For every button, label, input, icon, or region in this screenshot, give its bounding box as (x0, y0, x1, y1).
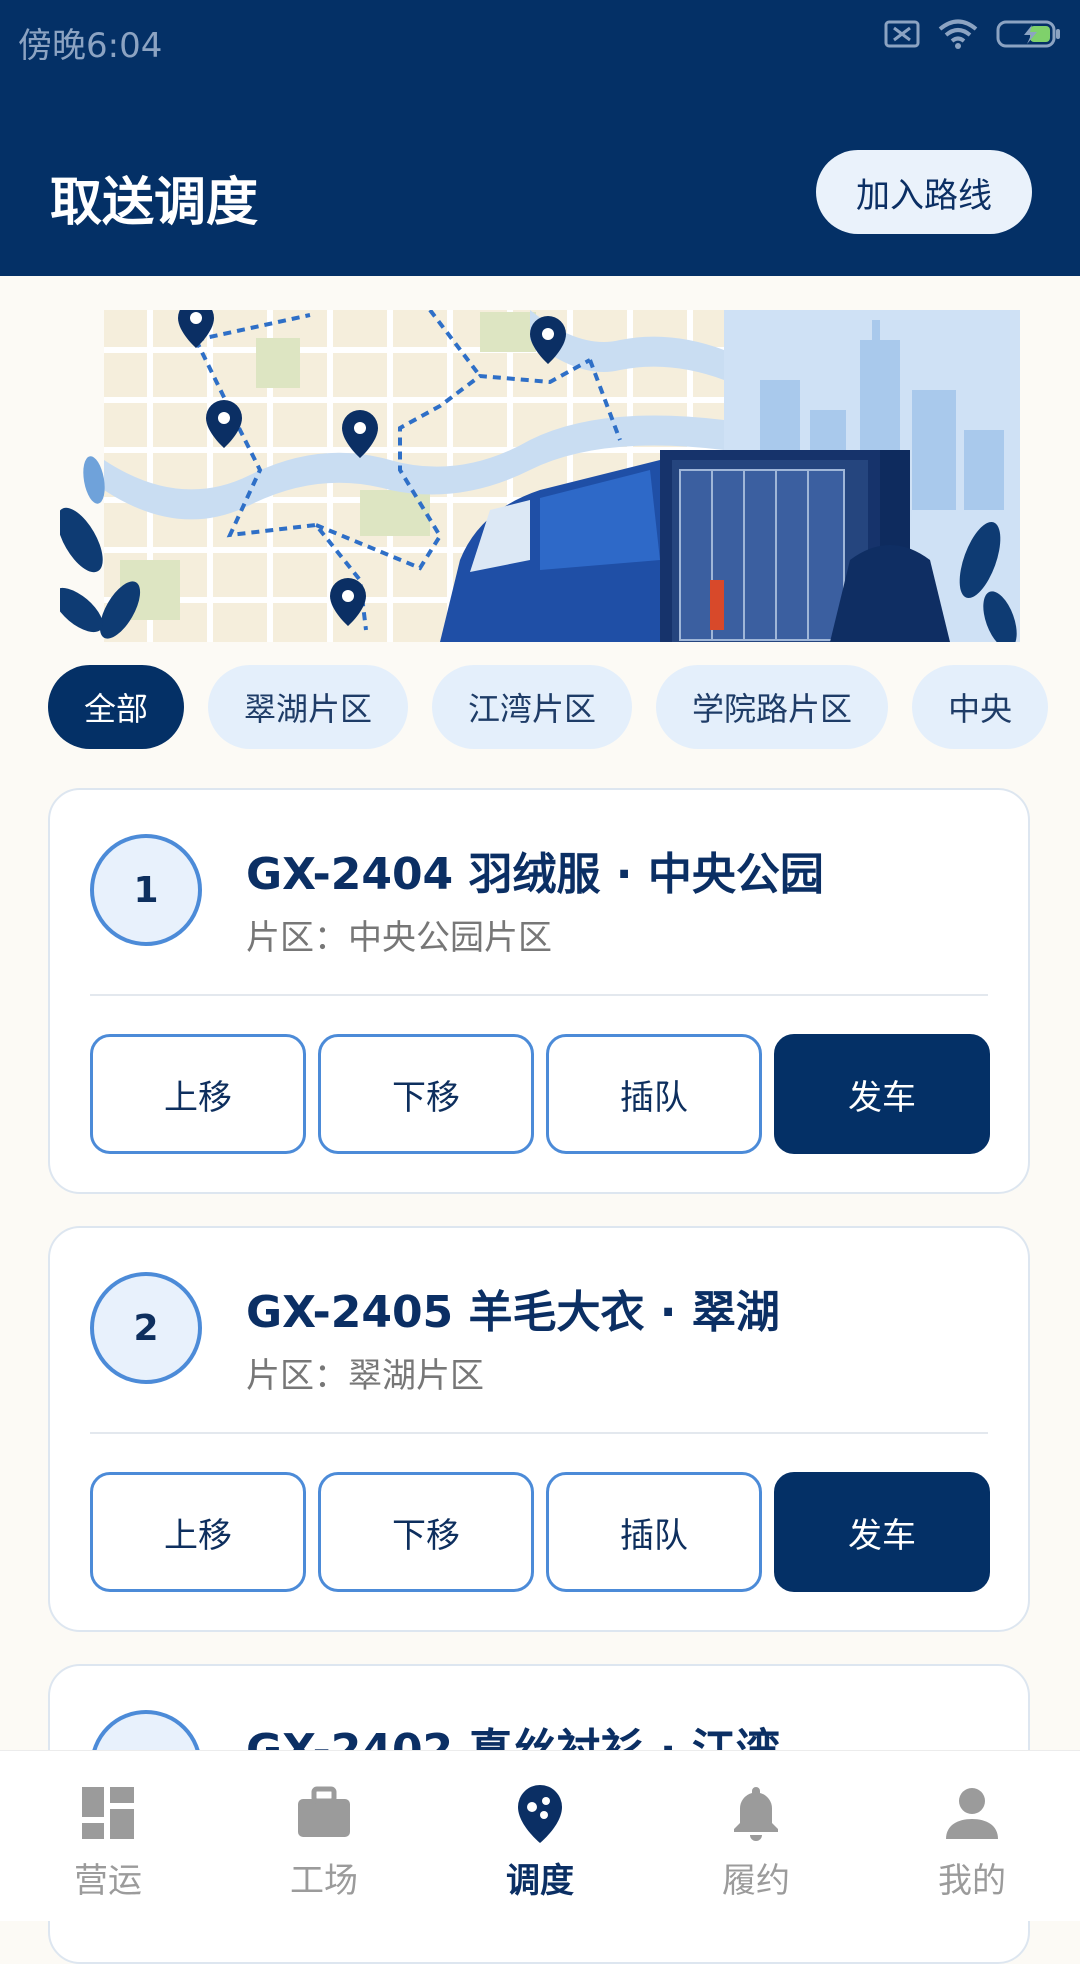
dispatch-card: 2 GX-2405 羊毛大衣 · 翠湖 片区：翠湖片区 上移 下移 插队 发车 (48, 1226, 1030, 1632)
move-down-button[interactable]: 下移 (318, 1034, 534, 1154)
nav-label: 工场 (290, 1861, 358, 1901)
nav-label: 履约 (722, 1861, 790, 1901)
nav-profile[interactable]: 我的 (864, 1751, 1080, 1921)
bottom-nav: 营运 工场 调度 履约 我的 (0, 1750, 1080, 1921)
insert-button[interactable]: 插队 (546, 1472, 762, 1592)
card-actions: 上移 下移 插队 发车 (90, 1034, 990, 1154)
nav-operations[interactable]: 营运 (0, 1751, 216, 1921)
nav-fulfillment[interactable]: 履约 (648, 1751, 864, 1921)
banner-illustration (60, 310, 1020, 642)
move-up-button[interactable]: 上移 (90, 1472, 306, 1592)
chip-central[interactable]: 中央 (912, 665, 1049, 749)
zone-filter-chips: 全部 翠湖片区 江湾片区 学院路片区 中央 (48, 665, 1049, 749)
page-title: 取送调度 (50, 173, 259, 233)
dispatch-button[interactable]: 发车 (774, 1472, 990, 1592)
nav-workshop[interactable]: 工场 (216, 1751, 432, 1921)
order-number: 2 (90, 1272, 202, 1384)
status-icons (884, 18, 1062, 50)
dispatch-card: 1 GX-2404 羽绒服 · 中央公园 片区：中央公园片区 上移 下移 插队 … (48, 788, 1030, 1194)
dashboard-icon (82, 1787, 134, 1839)
divider (90, 994, 988, 996)
chip-jiangwan[interactable]: 江湾片区 (432, 665, 633, 749)
nav-dispatch[interactable]: 调度 (432, 1751, 648, 1921)
divider (90, 1432, 988, 1434)
card-title: GX-2405 羊毛大衣 · 翠湖 (246, 1287, 780, 1338)
dispatch-button[interactable]: 发车 (774, 1034, 990, 1154)
card-title: GX-2404 羽绒服 · 中央公园 (246, 849, 824, 900)
chip-cuihu[interactable]: 翠湖片区 (208, 665, 409, 749)
move-down-button[interactable]: 下移 (318, 1472, 534, 1592)
sim-icon (884, 20, 920, 48)
chip-xueyuanlu[interactable]: 学院路片区 (656, 665, 889, 749)
card-actions: 上移 下移 插队 发车 (90, 1472, 990, 1592)
person-icon (946, 1788, 998, 1839)
nav-label: 我的 (938, 1861, 1006, 1901)
briefcase-icon (298, 1786, 350, 1837)
battery-icon (996, 20, 1060, 48)
app-header: 傍晚6:04 取送调度 加入路线 (0, 0, 1080, 276)
status-time: 傍晚6:04 (18, 26, 163, 66)
card-zone: 片区：翠湖片区 (246, 1356, 484, 1396)
move-up-button[interactable]: 上移 (90, 1034, 306, 1154)
wifi-icon (938, 19, 978, 49)
nav-label: 调度 (506, 1861, 574, 1901)
order-number: 1 (90, 834, 202, 946)
bell-icon (734, 1787, 778, 1841)
add-route-button[interactable]: 加入路线 (816, 150, 1032, 234)
nav-label: 营运 (74, 1861, 142, 1901)
map-pin-icon (518, 1785, 562, 1843)
insert-button[interactable]: 插队 (546, 1034, 762, 1154)
card-zone: 片区：中央公园片区 (246, 918, 552, 958)
chip-all[interactable]: 全部 (48, 665, 185, 749)
